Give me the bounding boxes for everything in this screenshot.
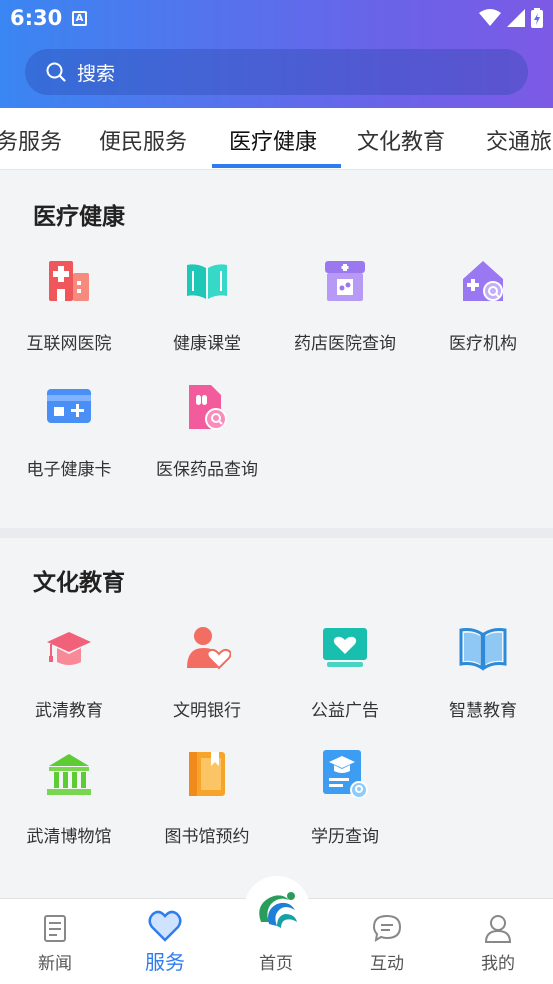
home-logo-button[interactable]	[244, 876, 310, 942]
charity-screen-icon	[323, 628, 367, 667]
graduation-cap-icon	[47, 632, 91, 665]
service-item[interactable]: 智慧教育	[414, 624, 552, 724]
search-icon	[46, 62, 66, 82]
person-heart-icon	[187, 627, 231, 670]
diploma-search-icon	[323, 750, 368, 798]
notification-icon: A	[72, 11, 87, 26]
book-icon	[459, 628, 507, 671]
status-bar: 6:30 A	[0, 0, 553, 38]
medicine-search-icon	[189, 385, 227, 430]
service-label: 电子健康卡	[26, 460, 112, 480]
museum-icon	[47, 754, 91, 795]
service-label: 智慧教育	[449, 701, 517, 721]
service-label: 学历查询	[311, 827, 379, 847]
section-divider	[0, 528, 553, 538]
service-label: 医保药品查询	[156, 460, 258, 480]
nav-label: 新闻	[38, 954, 72, 974]
service-label: 图书馆预约	[164, 827, 250, 847]
tab-convenience-services[interactable]: 便民服务	[99, 124, 187, 156]
search-placeholder: 搜索	[77, 62, 116, 85]
service-item[interactable]: 武清博物馆	[0, 750, 138, 850]
service-item[interactable]: 医疗机构	[414, 257, 552, 357]
service-label: 文明银行	[173, 701, 241, 721]
health-card-icon	[47, 389, 91, 423]
tab-culture-education[interactable]: 文化教育	[357, 124, 445, 156]
service-item[interactable]: 学历查询	[276, 750, 414, 850]
user-icon	[484, 915, 512, 943]
tab-government-services[interactable]: 务服务	[0, 124, 62, 156]
tab-transport-travel[interactable]: 交通旅	[486, 124, 552, 156]
nav-label: 互动	[370, 954, 404, 974]
section-title: 文化教育	[33, 570, 125, 596]
service-item[interactable]: 公益广告	[276, 624, 414, 724]
news-icon	[44, 915, 66, 942]
home-logo-icon	[259, 892, 297, 928]
service-label: 公益广告	[311, 701, 379, 721]
battery-icon	[531, 8, 543, 28]
service-label: 武清博物馆	[26, 827, 112, 847]
service-item[interactable]: 文明银行	[138, 624, 276, 724]
status-time: 6:30	[10, 6, 63, 30]
service-item[interactable]: 图书馆预约	[138, 750, 276, 850]
nav-services[interactable]: 服务	[110, 899, 220, 984]
section-medical-health: 医疗健康 互联网医院 健康课堂 药店医院查询 医疗机构 电子健康卡 医保药品查询	[0, 171, 553, 528]
service-label: 健康课堂	[173, 334, 241, 354]
nav-mine[interactable]: 我的	[443, 899, 553, 984]
hospital-icon	[49, 261, 89, 301]
pharmacy-icon	[325, 261, 365, 301]
signal-icon	[507, 9, 525, 27]
service-item[interactable]: 健康课堂	[138, 257, 276, 357]
nav-label: 首页	[259, 954, 293, 974]
nav-news[interactable]: 新闻	[0, 899, 110, 984]
section-title: 医疗健康	[33, 204, 125, 230]
service-item[interactable]: 武清教育	[0, 624, 138, 724]
library-book-icon	[189, 752, 225, 796]
open-book-icon	[187, 264, 227, 299]
service-item[interactable]: 电子健康卡	[0, 383, 138, 483]
tab-medical-health[interactable]: 医疗健康	[229, 124, 317, 156]
status-icons	[479, 8, 543, 28]
service-item[interactable]: 医保药品查询	[138, 383, 276, 483]
active-tab-indicator	[212, 164, 341, 168]
service-label: 互联网医院	[26, 334, 112, 354]
nav-label: 服务	[145, 950, 185, 974]
service-label: 医疗机构	[449, 334, 517, 354]
nav-label: 我的	[481, 954, 515, 974]
chat-icon	[372, 914, 402, 942]
section-culture-education: 文化教育 武清教育 文明银行 公益广告 智慧教育 武清博物馆 图书馆预约 学历查…	[0, 538, 553, 890]
category-tabs: 务服务 便民服务 医疗健康 文化教育 交通旅	[0, 108, 553, 170]
nav-interaction[interactable]: 互动	[332, 899, 442, 984]
medical-house-search-icon	[463, 261, 503, 301]
search-bar[interactable]: 搜索	[25, 49, 528, 95]
wifi-icon	[479, 9, 501, 26]
service-item[interactable]: 互联网医院	[0, 257, 138, 357]
header: 6:30 A 搜索	[0, 0, 553, 108]
service-item[interactable]: 药店医院查询	[276, 257, 414, 357]
heart-icon	[148, 910, 182, 942]
service-label: 武清教育	[35, 701, 103, 721]
service-label: 药店医院查询	[294, 334, 396, 354]
